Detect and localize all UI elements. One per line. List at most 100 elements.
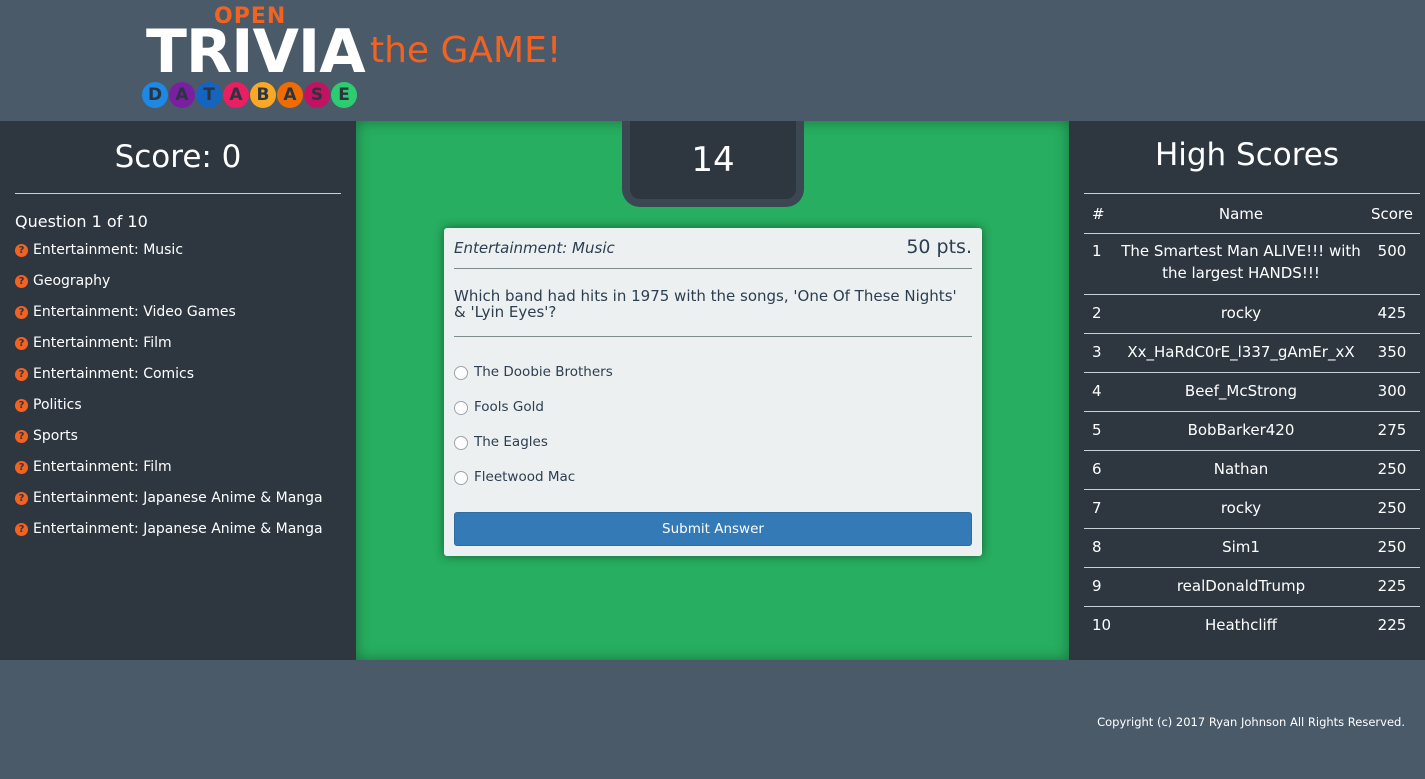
question-list-item: ? Entertainment: Japanese Anime & Manga [15,490,323,521]
question-icon: ? [15,337,28,350]
rank-cell: 4 [1084,372,1118,412]
answer-label[interactable]: The Doobie Brothers [474,364,613,380]
logo-letter-circle: S [304,82,330,108]
question-list-item: ? Entertainment: Video Games [15,304,323,335]
question-category-label: Geography [33,273,111,289]
name-cell: rocky [1118,489,1364,529]
name-cell: Heathcliff [1118,606,1364,646]
name-cell: BobBarker420 [1118,411,1364,451]
answer-label[interactable]: Fleetwood Mac [474,469,575,485]
logo-letter-circle: A [169,82,195,108]
card-divider [454,336,972,337]
question-category-label: Entertainment: Japanese Anime & Manga [33,490,323,506]
score-cell: 500 [1364,233,1420,295]
question-icon: ? [15,368,28,381]
question-points: 50 pts. [906,236,972,258]
score-cell: 300 [1364,372,1420,412]
submit-answer-button[interactable]: Submit Answer [454,512,972,546]
question-category-label: Entertainment: Film [33,459,172,475]
table-row: 7 rocky 250 [1084,489,1420,529]
table-row: 4 Beef_McStrong 300 [1084,372,1420,412]
table-row: 10 Heathcliff 225 [1084,606,1420,646]
high-scores-panel: High Scores # Name Score 1 The Smartest M… [1069,121,1425,660]
countdown-timer: 14 [622,121,804,207]
table-row: 1 The Smartest Man ALIVE!!! with the larg… [1084,233,1420,295]
logo-letter-circle: B [250,82,276,108]
score-cell: 250 [1364,450,1420,490]
question-list-item: ? Entertainment: Japanese Anime & Manga [15,521,323,552]
table-row: 5 BobBarker420 275 [1084,411,1420,451]
rank-cell: 7 [1084,489,1118,529]
logo-letter-circle: A [223,82,249,108]
question-icon: ? [15,461,28,474]
rank-cell: 3 [1084,333,1118,373]
answer-label[interactable]: The Eagles [474,434,548,450]
answer-radio[interactable] [454,471,468,485]
answer-radio[interactable] [454,436,468,450]
question-category-label: Entertainment: Video Games [33,304,236,320]
question-icon: ? [15,244,28,257]
question-list-item: ? Entertainment: Film [15,459,323,490]
table-row: 6 Nathan 250 [1084,450,1420,490]
question-list-item: ? Entertainment: Comics [15,366,323,397]
rank-cell: 2 [1084,294,1118,334]
question-category-label: Entertainment: Film [33,335,172,351]
rank-cell: 10 [1084,606,1118,646]
footer: Copyright (c) 2017 Ryan Johnson All Righ… [0,660,1425,779]
question-category: Entertainment: Music [454,239,615,257]
table-row: 3 Xx_HaRdC0rE_l337_gAmEr_xX 350 [1084,333,1420,373]
answer-radio[interactable] [454,366,468,380]
question-icon: ? [15,523,28,536]
rank-cell: 8 [1084,528,1118,568]
score-cell: 275 [1364,411,1420,451]
table-row: 8 Sim1 250 [1084,528,1420,568]
answer-option[interactable]: The Doobie Brothers [454,364,613,399]
tagline: the GAME! [370,30,562,71]
name-cell: Beef_McStrong [1118,372,1364,412]
question-icon: ? [15,399,28,412]
question-category-label: Entertainment: Japanese Anime & Manga [33,521,323,537]
score-cell: 225 [1364,567,1420,607]
sidebar-divider [15,193,341,194]
question-icon: ? [15,306,28,319]
rank-cell: 9 [1084,567,1118,607]
question-list-item: ? Politics [15,397,323,428]
game-area: 14 Entertainment: Music 50 pts. Which ba… [356,121,1069,660]
sidebar: Score: 0 Question 1 of 10 ? Entertainment… [0,121,356,660]
question-category-label: Sports [33,428,78,444]
question-category-label: Entertainment: Music [33,242,184,258]
score-cell: 250 [1364,528,1420,568]
question-counter: Question 1 of 10 [15,212,148,231]
column-header-rank: # [1084,193,1118,234]
question-icon: ? [15,492,28,505]
score-display: Score: 0 [114,139,242,175]
question-list-item: ? Entertainment: Music [15,242,323,273]
question-card: Entertainment: Music 50 pts. Which band … [444,228,982,556]
logo-letter-circle: E [331,82,357,108]
question-list-item: ? Entertainment: Film [15,335,323,366]
high-scores-title: High Scores [1154,137,1340,173]
question-list-item: ? Geography [15,273,323,304]
answer-label[interactable]: Fools Gold [474,399,544,415]
name-cell: Nathan [1118,450,1364,490]
name-cell: rocky [1118,294,1364,334]
answer-radio[interactable] [454,401,468,415]
logo-trivia-text: TRIVIA [146,17,366,87]
logo-letter-circle: T [196,82,222,108]
open-trivia-database-logo[interactable]: OPEN TRIVIA DATABASE [142,4,366,110]
logo-database-letters: DATABASE [142,82,357,108]
answer-option[interactable]: Fleetwood Mac [454,469,613,504]
answer-option[interactable]: Fools Gold [454,399,613,434]
rank-cell: 1 [1084,233,1118,295]
table-header-row: # Name Score [1084,193,1420,234]
question-icon: ? [15,275,28,288]
answer-option[interactable]: The Eagles [454,434,613,469]
question-category-label: Entertainment: Comics [33,366,195,382]
rank-cell: 5 [1084,411,1118,451]
question-list-item: ? Sports [15,428,323,459]
score-cell: 350 [1364,333,1420,373]
header: OPEN TRIVIA DATABASE the GAME! [0,0,1425,121]
column-header-score: Score [1364,193,1420,234]
column-header-name: Name [1118,193,1364,234]
question-text: Which band had hits in 1975 with the son… [454,287,957,321]
